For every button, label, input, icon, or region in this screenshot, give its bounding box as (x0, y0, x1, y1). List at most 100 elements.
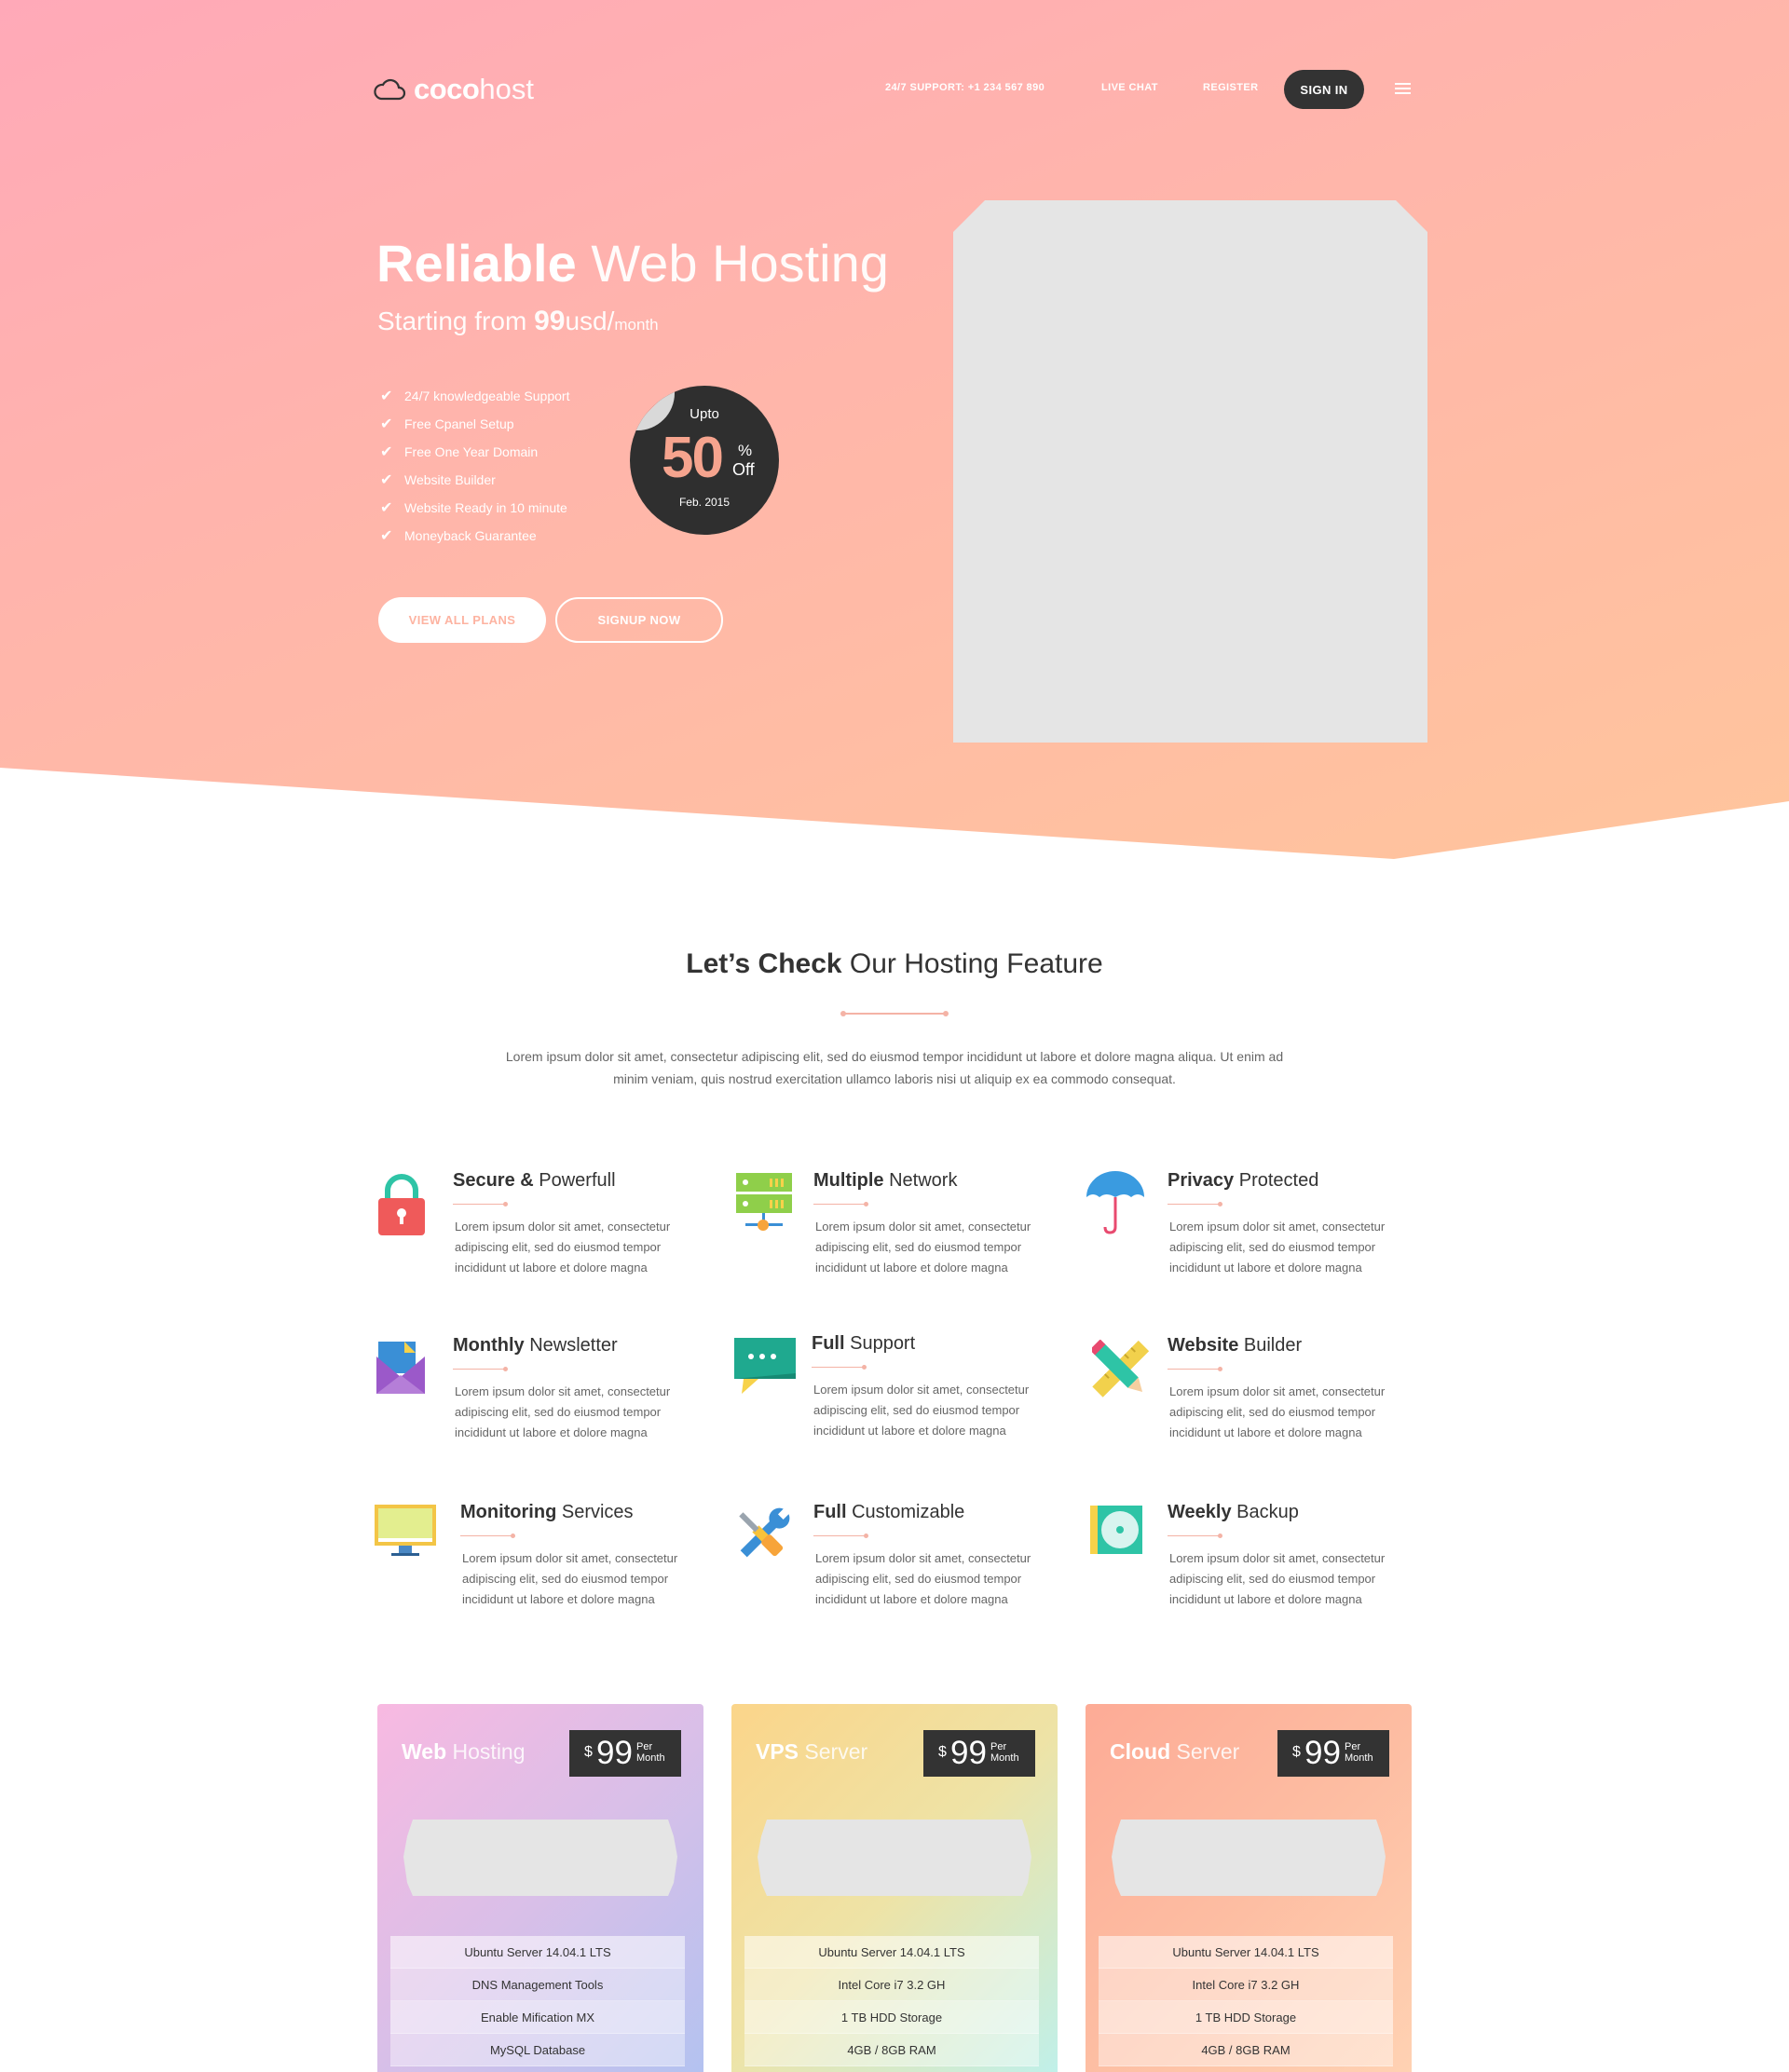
sign-in-button[interactable]: SIGN IN (1284, 70, 1364, 109)
feature-divider (1168, 1367, 1222, 1371)
feature-title-bold: Privacy (1168, 1170, 1235, 1191)
logo-text-light: host (479, 73, 534, 105)
feature-title: Secure & Powerfull (453, 1170, 616, 1192)
price-currency: $ (1292, 1744, 1301, 1760)
padlock-icon (373, 1172, 438, 1239)
pricing-card-web-hosting[interactable]: Web Hosting $ 99 Per Month Ubuntu Server … (377, 1704, 703, 2072)
price-period: Per Month (990, 1741, 1019, 1764)
hero-image-placeholder (953, 200, 1427, 743)
list-item: Enable Mification MX (390, 2001, 685, 2034)
list-item-label: Website Ready in 10 minute (404, 500, 567, 515)
feature-divider (453, 1202, 508, 1206)
discount-badge: Upto 50 % Off Feb. 2015 (630, 386, 779, 535)
card-title-light: Server (799, 1739, 868, 1764)
card-title-light: Hosting (446, 1739, 526, 1764)
list-item: ✔ Moneyback Guarantee (380, 522, 569, 550)
list-item-label: Free One Year Domain (404, 444, 539, 459)
feature-description: Lorem ipsum dolor sit amet, consectetur … (813, 1383, 1030, 1438)
plan-feature-list: Ubuntu Server 14.04.1 LTS Intel Core i7 … (1099, 1936, 1393, 2066)
features-heading-bold: Let’s Check (686, 948, 842, 979)
feature-divider (453, 1367, 508, 1371)
plan-feature-list: Ubuntu Server 14.04.1 LTS DNS Management… (390, 1936, 685, 2066)
feature-title-bold: Full (812, 1333, 845, 1354)
feature-description: Lorem ipsum dolor sit amet, consectetur … (1169, 1384, 1386, 1439)
check-icon: ✔ (380, 500, 393, 516)
price-currency: $ (938, 1744, 947, 1760)
price-period: Per Month (636, 1741, 665, 1764)
hero-sub-period: month (614, 316, 659, 334)
feature-title: Multiple Network (813, 1170, 957, 1192)
list-item: Ubuntu Server 14.04.1 LTS (744, 1936, 1039, 1969)
price-period-line1: Per (1345, 1741, 1361, 1752)
nav-support-phone[interactable]: 24/7 SUPPORT: +1 234 567 890 (885, 82, 1045, 93)
feature-title: Website Builder (1168, 1335, 1302, 1356)
list-item: Ubuntu Server 14.04.1 LTS (1099, 1936, 1393, 1969)
feature-divider (460, 1534, 515, 1538)
feature-title-light: Protected (1234, 1170, 1319, 1191)
hero-title: Reliable Web Hosting (376, 233, 889, 293)
list-item: ✔ Free One Year Domain (380, 438, 569, 466)
feature-title-bold: Multiple (813, 1170, 884, 1191)
price-amount: 99 (1304, 1735, 1341, 1771)
price-period-line1: Per (990, 1741, 1007, 1752)
price-tag: $ 99 Per Month (1277, 1730, 1389, 1777)
feature-title: Weekly Backup (1168, 1502, 1299, 1523)
logo[interactable]: coco host (373, 73, 534, 106)
feature-description: Lorem ipsum dolor sit amet, consectetur … (455, 1384, 671, 1439)
feature-title-bold: Monitoring (460, 1502, 557, 1522)
chat-bubble-icon (732, 1336, 798, 1403)
list-item: 1 TB HDD Storage (744, 2001, 1039, 2034)
check-icon: ✔ (380, 472, 393, 488)
feature-description: Lorem ipsum dolor sit amet, consectetur … (1169, 1551, 1386, 1606)
list-item: Intel Core i7 3.2 GH (744, 1969, 1039, 2001)
logo-text-bold: coco (414, 73, 480, 105)
feature-divider (1168, 1534, 1222, 1538)
feature-title-light: Builder (1238, 1335, 1303, 1356)
signup-now-button[interactable]: SIGNUP NOW (555, 597, 723, 643)
feature-title: Full Support (812, 1333, 915, 1355)
check-icon: ✔ (380, 444, 393, 460)
view-all-plans-button[interactable]: VIEW ALL PLANS (378, 597, 546, 643)
feature-title-light: Network (883, 1170, 958, 1191)
list-item: ✔ Website Builder (380, 466, 569, 494)
price-period: Per Month (1345, 1741, 1373, 1764)
list-item-label: Website Builder (404, 472, 496, 487)
envelope-icon (373, 1340, 438, 1407)
wrench-screwdriver-icon (729, 1502, 794, 1569)
disc-backup-icon (1088, 1504, 1154, 1571)
list-item: MySQL Database (390, 2034, 685, 2066)
feature-divider (812, 1365, 867, 1370)
list-item: DNS Management Tools (390, 1969, 685, 2001)
hero-sub-price: 99 (534, 306, 566, 336)
monitor-icon (373, 1503, 438, 1570)
nav-live-chat[interactable]: LIVE CHAT (1101, 82, 1158, 93)
server-image-placeholder (403, 1820, 677, 1896)
pricing-card-cloud-server[interactable]: Cloud Server $ 99 Per Month Ubuntu Server… (1086, 1704, 1412, 2072)
hamburger-menu-icon[interactable] (1395, 83, 1411, 96)
hero-title-bold: Reliable (376, 234, 577, 293)
price-period-line2: Month (636, 1752, 665, 1764)
nav-register[interactable]: REGISTER (1203, 82, 1258, 93)
card-title: VPS Server (756, 1739, 867, 1765)
list-item-label: Free Cpanel Setup (404, 416, 514, 431)
feature-title: Monthly Newsletter (453, 1335, 618, 1356)
feature-title: Full Customizable (813, 1502, 964, 1523)
price-amount: 99 (596, 1735, 633, 1771)
pricing-card-vps-server[interactable]: VPS Server $ 99 Per Month Ubuntu Server 1… (731, 1704, 1058, 2072)
features-heading-light: Our Hosting Feature (841, 948, 1103, 979)
card-title: Web Hosting (402, 1739, 526, 1765)
cloud-icon (374, 78, 406, 101)
hero-sub-prefix: Starting from (377, 307, 535, 335)
card-title: Cloud Server (1110, 1739, 1239, 1765)
feature-title-light: Customizable (846, 1502, 965, 1522)
badge-percent: % (738, 442, 753, 459)
feature-divider (813, 1202, 868, 1206)
check-icon: ✔ (380, 528, 393, 544)
feature-title: Privacy Protected (1168, 1170, 1318, 1192)
price-tag: $ 99 Per Month (923, 1730, 1035, 1777)
list-item-label: 24/7 knowledgeable Support (404, 388, 570, 403)
badge-off: Off (732, 460, 755, 479)
list-item: ✔ 24/7 knowledgeable Support (380, 382, 569, 410)
feature-title-bold: Weekly (1168, 1502, 1232, 1522)
hero-background (0, 0, 1789, 859)
